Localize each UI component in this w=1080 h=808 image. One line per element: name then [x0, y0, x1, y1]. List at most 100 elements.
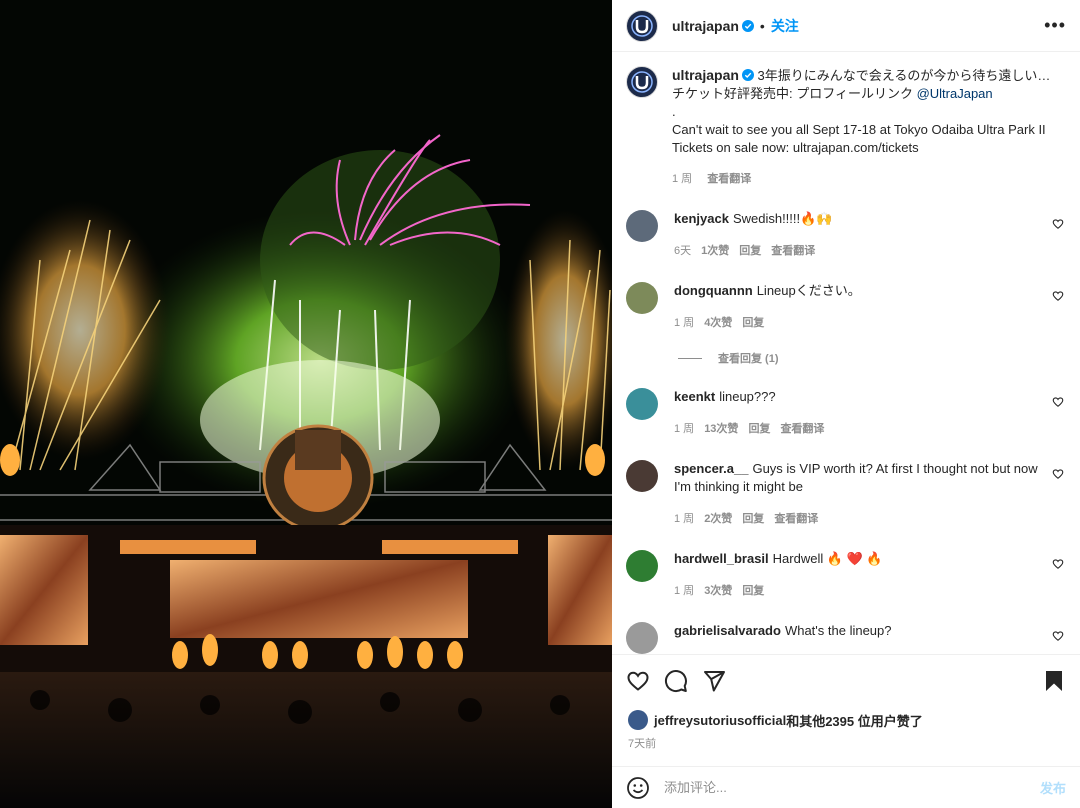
comment-body: dongquannn Lineupください。 1 周 4次赞 回复 — [674, 282, 1054, 332]
comment-like-count[interactable]: 2次赞 — [704, 513, 732, 525]
comment-meta: 1 周 3次赞 回复 — [674, 582, 1054, 600]
add-comment-bar: 发布 — [612, 766, 1080, 808]
caption-line-5: Tickets on sale now: ultrajapan.com/tick… — [672, 140, 919, 155]
comment-text: Swedish!!!!!🔥🙌 — [732, 211, 833, 226]
post-photo[interactable] — [0, 0, 612, 808]
post-date[interactable]: 7天前 — [612, 734, 1080, 760]
comment-meta: 1 周 2次赞 回复 查看翻译 — [674, 510, 1054, 528]
liker-avatar[interactable] — [628, 710, 648, 730]
comment-meta: 1 周 4次赞 回复 — [674, 314, 1054, 332]
caption-mention-link[interactable]: @UltraJapan — [917, 86, 993, 101]
more-options-icon[interactable]: ••• — [1044, 15, 1066, 36]
commenter-username[interactable]: kenjyack — [674, 211, 729, 226]
caption-meta: 1 周 查看翻译 — [672, 170, 1052, 188]
emoji-icon[interactable] — [626, 776, 650, 800]
comment-text: lineup??? — [719, 389, 776, 404]
reply-button[interactable]: 回复 — [739, 245, 761, 257]
comment-bubble-icon[interactable] — [664, 669, 688, 693]
comment-time: 6天 — [674, 245, 692, 257]
translate-link[interactable]: 查看翻译 — [771, 245, 815, 257]
author-username[interactable]: ultrajapan — [672, 18, 739, 34]
caption-avatar[interactable] — [626, 66, 658, 98]
comment-item: dongquannn Lineupください。 1 周 4次赞 回复 — [626, 282, 1066, 332]
comments-list[interactable]: ultrajapan 3年振りにみんなで会えるのが今から待ち遠しい… チケット好… — [612, 52, 1080, 654]
saved-bookmark-icon[interactable] — [1042, 669, 1066, 693]
likes-summary: jeffreysutoriusofficial 和其他2395 位用户赞了 — [612, 706, 1080, 734]
liker-username[interactable]: jeffreysutoriusofficial — [654, 713, 786, 728]
comment-like-count[interactable]: 3次赞 — [704, 585, 732, 597]
commenter-avatar[interactable] — [626, 460, 658, 492]
view-replies-label: 查看回复 (1) — [718, 353, 779, 365]
comment-text: Hardwell 🔥 ❤️ 🔥 — [772, 551, 883, 566]
comment-like-icon[interactable] — [1052, 396, 1064, 408]
likes-count-text[interactable]: 和其他2395 位用户赞了 — [786, 711, 923, 730]
comment-meta: 1 周 13次赞 回复 查看翻译 — [674, 420, 1054, 438]
caption-time: 1 周 — [672, 173, 693, 185]
view-replies-link[interactable]: 查看回复 (1) — [678, 350, 1066, 366]
comment-thread: kenjyack Swedish!!!!!🔥🙌 6天 1次赞 回复 查看翻译 dongqua… — [626, 210, 1066, 654]
comment-item: kenjyack Swedish!!!!!🔥🙌 6天 1次赞 回复 查看翻译 — [626, 210, 1066, 260]
caption-translate-link[interactable]: 查看翻译 — [707, 173, 751, 185]
verified-badge-icon — [741, 69, 754, 81]
comment-time: 1 周 — [674, 585, 695, 597]
commenter-avatar[interactable] — [626, 282, 658, 314]
commenter-username[interactable]: keenkt — [674, 389, 715, 404]
commenter-username[interactable]: gabrielisalvarado — [674, 623, 781, 638]
comment-like-icon[interactable] — [1052, 290, 1064, 302]
comment-like-icon[interactable] — [1052, 630, 1064, 642]
comment-like-icon[interactable] — [1052, 218, 1064, 230]
comment-item: gabrielisalvaradoWhat's the lineup?1 周1次… — [626, 622, 1066, 654]
comment-text: Lineupください。 — [756, 283, 861, 298]
separator-dot: • — [759, 17, 765, 34]
reply-button[interactable]: 回复 — [742, 585, 764, 597]
post-viewer: ultrajapan • 关注 ••• ultrajapan 3年振りにみんなで… — [0, 0, 1080, 808]
reply-button[interactable]: 回复 — [748, 423, 770, 435]
like-heart-icon[interactable] — [626, 669, 650, 693]
post-comment-button[interactable]: 发布 — [1040, 778, 1066, 797]
comment-like-icon[interactable] — [1052, 558, 1064, 570]
comment-body: keenkt lineup??? 1 周 13次赞 回复 查看翻译 — [674, 388, 1054, 438]
commenter-username[interactable]: dongquannn — [674, 283, 753, 298]
post-header: ultrajapan • 关注 ••• — [612, 0, 1080, 52]
caption-line-3: . — [672, 104, 676, 119]
comment-item: spencer.a__ Guys is VIP worth it? At firs… — [626, 460, 1066, 528]
comment-item: keenkt lineup??? 1 周 13次赞 回复 查看翻译 — [626, 388, 1066, 438]
comment-meta: 6天 1次赞 回复 查看翻译 — [674, 242, 1054, 260]
caption-username[interactable]: ultrajapan — [672, 67, 739, 83]
commenter-avatar[interactable] — [626, 388, 658, 420]
comment-like-icon[interactable] — [1052, 468, 1064, 480]
author-avatar[interactable] — [626, 9, 658, 42]
commenter-username[interactable]: spencer.a__ — [674, 461, 748, 476]
comment-like-count[interactable]: 13次赞 — [704, 423, 738, 435]
comment-body: spencer.a__ Guys is VIP worth it? At firs… — [674, 460, 1054, 528]
caption-line-1: 3年振りにみんなで会えるのが今から待ち遠しい… — [757, 68, 1051, 83]
post-actions — [612, 654, 1080, 706]
follow-button[interactable]: 关注 — [771, 16, 799, 36]
comment-item: hardwell_brasil Hardwell 🔥 ❤️ 🔥 1 周 3次赞 回复 — [626, 550, 1066, 600]
comment-time: 1 周 — [674, 513, 695, 525]
caption-line-2: チケット好評発売中: プロフィールリンク — [672, 86, 917, 101]
caption-line-4: Can't wait to see you all Sept 17-18 at … — [672, 122, 1046, 137]
post-caption: ultrajapan 3年振りにみんなで会えるのが今から待ち遠しい… チケット好… — [626, 66, 1066, 188]
comment-body: kenjyack Swedish!!!!!🔥🙌 6天 1次赞 回复 查看翻译 — [674, 210, 1054, 260]
comment-like-count[interactable]: 1次赞 — [701, 245, 729, 257]
share-plane-icon[interactable] — [702, 669, 726, 693]
commenter-avatar[interactable] — [626, 210, 658, 242]
commenter-username[interactable]: hardwell_brasil — [674, 551, 769, 566]
comment-body: hardwell_brasil Hardwell 🔥 ❤️ 🔥 1 周 3次赞 回复 — [674, 550, 1054, 600]
festival-stage-photo — [0, 0, 612, 808]
commenter-avatar[interactable] — [626, 550, 658, 582]
reply-button[interactable]: 回复 — [742, 317, 764, 329]
verified-badge-icon — [741, 19, 754, 32]
comment-like-count[interactable]: 4次赞 — [704, 317, 732, 329]
commenter-avatar[interactable] — [626, 622, 658, 654]
comment-body: gabrielisalvaradoWhat's the lineup?1 周1次… — [674, 622, 1054, 654]
ultra-logo-icon — [631, 14, 653, 37]
comment-input[interactable] — [664, 780, 1040, 795]
reply-button[interactable]: 回复 — [742, 513, 764, 525]
comment-time: 1 周 — [674, 317, 695, 329]
ultra-logo-icon — [631, 71, 653, 93]
comment-text: What's the lineup? — [784, 623, 892, 638]
translate-link[interactable]: 查看翻译 — [780, 423, 824, 435]
translate-link[interactable]: 查看翻译 — [774, 513, 818, 525]
